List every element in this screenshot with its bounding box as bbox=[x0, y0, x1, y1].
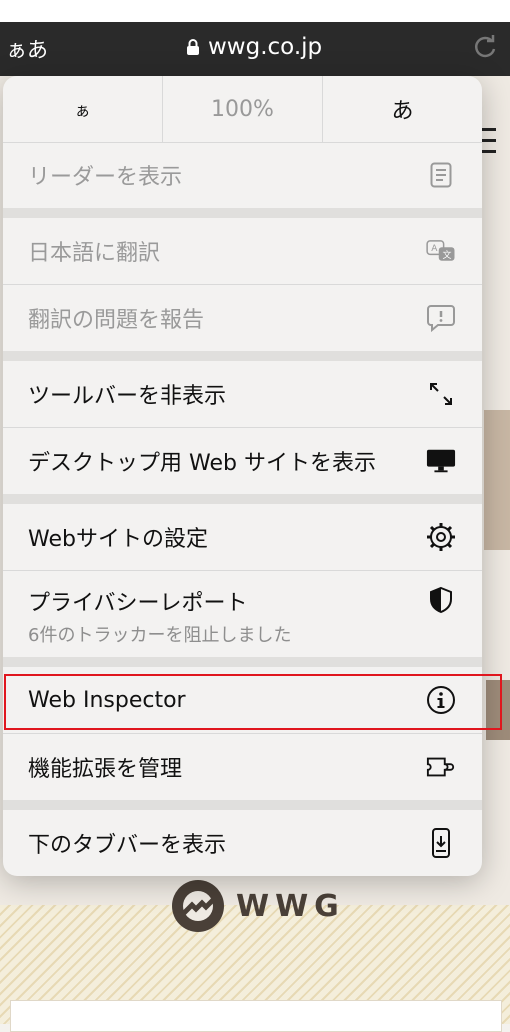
zoom-row: ぁ 100% あ bbox=[3, 76, 482, 143]
privacy-report-label: プライバシーレポート bbox=[28, 591, 248, 616]
hide-toolbar-label: ツールバーを非表示 bbox=[28, 384, 227, 409]
hide-toolbar-item[interactable]: ツールバーを非表示 bbox=[3, 361, 482, 427]
translate-label: 日本語に翻訳 bbox=[28, 241, 161, 266]
translate-item[interactable]: 日本語に翻訳 A 文 bbox=[3, 218, 482, 284]
section-gap bbox=[3, 800, 482, 810]
section-gap bbox=[3, 494, 482, 504]
highlight-box bbox=[4, 674, 502, 730]
gear-icon bbox=[426, 522, 456, 552]
show-bottom-tab-bar-item[interactable]: 下のタブバーを表示 bbox=[3, 810, 482, 876]
translate-icon: A 文 bbox=[426, 236, 456, 266]
website-settings-label: Webサイトの設定 bbox=[28, 527, 208, 552]
status-strip bbox=[0, 0, 510, 22]
decrease-text-button[interactable]: ぁ bbox=[3, 76, 162, 142]
report-translation-label: 翻訳の問題を報告 bbox=[28, 308, 205, 333]
section-gap bbox=[3, 208, 482, 218]
page-menu-popup: ぁ 100% あ リーダーを表示 日本語に翻訳 A 文 翻訳の問題を報告 ツール… bbox=[3, 76, 482, 876]
desktop-site-item[interactable]: デスクトップ用 Web サイトを表示 bbox=[3, 428, 482, 494]
monitor-icon bbox=[426, 446, 456, 476]
lock-icon bbox=[187, 39, 199, 55]
puzzle-icon bbox=[426, 752, 456, 782]
wwg-logo-icon bbox=[172, 880, 224, 932]
reader-doc-icon bbox=[426, 160, 456, 190]
zoom-level: 100% bbox=[162, 76, 323, 142]
url-text: wwg.co.jp bbox=[208, 34, 323, 60]
shield-icon bbox=[426, 585, 456, 615]
show-reader-item[interactable]: リーダーを表示 bbox=[3, 142, 482, 208]
privacy-report-text: プライバシーレポート 6件のトラッカーを阻止しました bbox=[28, 585, 426, 647]
logo-text: WWG bbox=[236, 888, 345, 924]
manage-extensions-item[interactable]: 機能拡張を管理 bbox=[3, 734, 482, 800]
report-bubble-icon bbox=[426, 303, 456, 333]
expand-arrows-icon bbox=[426, 379, 456, 409]
phone-down-icon bbox=[426, 828, 456, 858]
page-photo bbox=[484, 410, 510, 550]
section-gap bbox=[3, 351, 482, 361]
show-reader-label: リーダーを表示 bbox=[28, 165, 183, 190]
address-bar: ぁあ wwg.co.jp bbox=[0, 0, 510, 76]
svg-text:文: 文 bbox=[443, 249, 452, 261]
privacy-report-subtitle: 6件のトラッカーを阻止しました bbox=[28, 625, 292, 646]
privacy-report-item[interactable]: プライバシーレポート 6件のトラッカーを阻止しました bbox=[3, 571, 482, 657]
svg-text:A: A bbox=[431, 244, 438, 254]
reload-icon[interactable] bbox=[470, 32, 500, 62]
site-logo[interactable]: WWG bbox=[170, 878, 345, 934]
show-bottom-tab-bar-label: 下のタブバーを表示 bbox=[28, 833, 227, 858]
page-card bbox=[10, 1000, 502, 1032]
increase-text-button[interactable]: あ bbox=[323, 76, 482, 142]
website-settings-item[interactable]: Webサイトの設定 bbox=[3, 504, 482, 570]
desktop-site-label: デスクトップ用 Web サイトを表示 bbox=[28, 451, 376, 476]
manage-extensions-label: 機能拡張を管理 bbox=[28, 757, 183, 782]
section-gap bbox=[3, 657, 482, 667]
report-translation-item[interactable]: 翻訳の問題を報告 bbox=[3, 285, 482, 351]
url-field[interactable]: wwg.co.jp bbox=[186, 34, 322, 60]
text-size-button[interactable]: ぁあ bbox=[6, 34, 48, 64]
